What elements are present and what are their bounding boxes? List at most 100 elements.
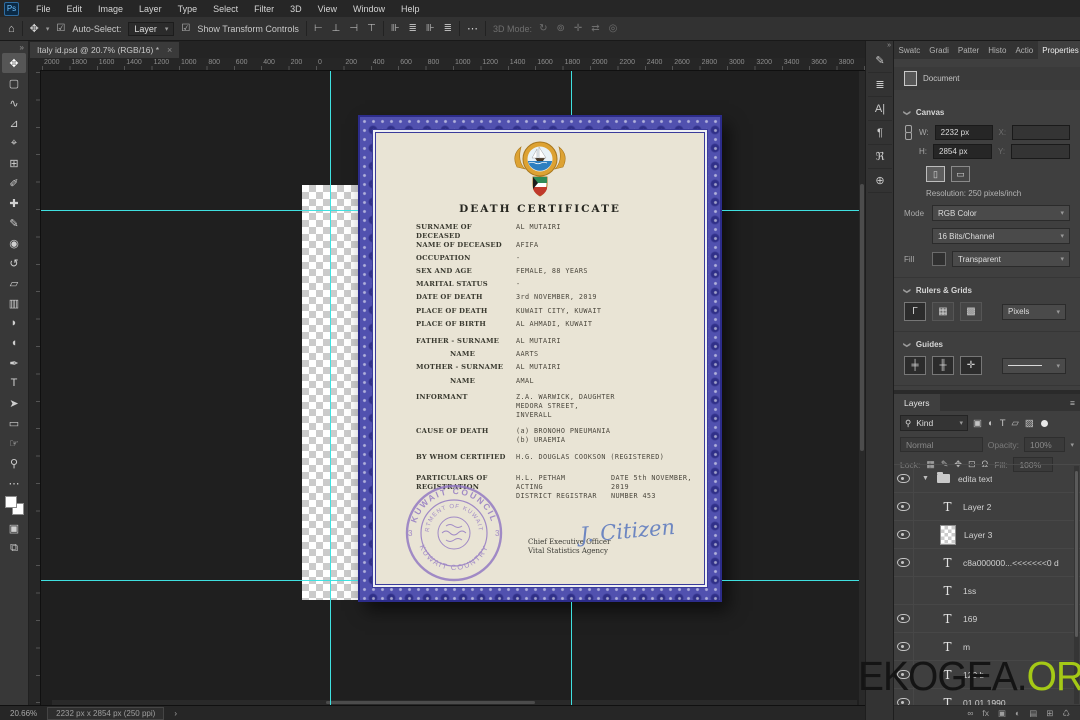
status-chevron-icon[interactable]: › xyxy=(174,709,177,718)
grid-toggle-icon[interactable]: ▦ xyxy=(932,302,954,321)
menu-window[interactable]: Window xyxy=(345,4,393,14)
filter-shape-icon[interactable]: ▱ xyxy=(1012,418,1019,429)
layer-row[interactable]: Tc8a000000...<<<<<<<0 d xyxy=(894,549,1080,577)
layer-row-body[interactable]: T 1ss xyxy=(914,584,1080,598)
visibility-toggle[interactable] xyxy=(894,633,914,660)
canvas-section-header[interactable]: ❯ Canvas xyxy=(894,100,1080,117)
align-left-icon[interactable]: ⊢ xyxy=(314,23,323,34)
group-expand-icon[interactable]: ▼ xyxy=(922,475,929,482)
delete-layer-icon[interactable]: ♺ xyxy=(1062,708,1070,719)
units-dropdown[interactable]: Pixels ▾ xyxy=(1002,303,1066,320)
menu-view[interactable]: View xyxy=(310,4,345,14)
horizontal-guide[interactable] xyxy=(722,210,859,211)
gradient-tool[interactable]: ▥ xyxy=(2,293,26,313)
quick-mask-icon[interactable]: ▣ xyxy=(2,518,26,538)
chevron-down-icon[interactable]: ▾ xyxy=(46,25,50,33)
document-info[interactable]: 2232 px x 2854 px (250 ppi) xyxy=(47,706,165,720)
toolbar-collapse-icon[interactable]: » xyxy=(20,43,24,52)
visibility-toggle[interactable] xyxy=(894,493,914,520)
horizontal-guide[interactable] xyxy=(40,580,358,581)
menu-layer[interactable]: Layer xyxy=(131,4,170,14)
3d-slide-icon[interactable]: ⇄ xyxy=(591,23,599,34)
layer-row[interactable]: T 129 b xyxy=(894,661,1080,689)
vertical-guide[interactable] xyxy=(571,602,572,705)
menu-select[interactable]: Select xyxy=(205,4,246,14)
brushes-icon[interactable]: ≣ xyxy=(868,73,892,97)
guides-toggle-icon[interactable]: ╪ xyxy=(904,356,926,375)
menu-help[interactable]: Help xyxy=(393,4,428,14)
landscape-orientation-button[interactable]: ▭ xyxy=(951,166,970,182)
shape-tool[interactable]: ▭ xyxy=(2,413,26,433)
visibility-toggle[interactable] xyxy=(894,661,914,688)
menu-type[interactable]: Type xyxy=(170,4,206,14)
type-tool[interactable]: T xyxy=(2,373,26,393)
fill-dropdown[interactable]: Transparent ▾ xyxy=(952,251,1070,267)
home-icon[interactable]: ⌂ xyxy=(8,23,15,35)
layer-row[interactable]: T 1ss xyxy=(894,577,1080,605)
move-tool-icon[interactable]: ✥ xyxy=(30,22,39,35)
layer-row[interactable]: T 01.01.1990 xyxy=(894,689,1080,706)
align-right-icon[interactable]: ⊣ xyxy=(349,23,358,34)
layer-name[interactable]: Layer 2 xyxy=(963,502,991,512)
filter-toggle-pin[interactable] xyxy=(1040,419,1048,427)
align-top-icon[interactable]: ⊤ xyxy=(367,23,376,34)
layer-effects-icon[interactable]: fx xyxy=(982,708,989,718)
3d-roll-icon[interactable]: ⊚ xyxy=(556,23,564,34)
brush-tool[interactable]: ✎ xyxy=(2,213,26,233)
tab-histo[interactable]: Histo xyxy=(984,41,1011,59)
healing-brush-tool[interactable]: ✚ xyxy=(2,193,26,213)
distribute-vertical-icon[interactable]: ⊪ xyxy=(391,23,400,34)
screen-mode-icon[interactable]: ⧉ xyxy=(2,538,26,558)
layer-mask-icon[interactable]: ▣ xyxy=(998,708,1006,719)
tab-patter[interactable]: Patter xyxy=(953,41,983,59)
layer-row-body[interactable]: T 129 b xyxy=(914,668,1080,682)
zoom-level[interactable]: 20.66% xyxy=(10,709,37,718)
filter-smart-object-icon[interactable]: ▨ xyxy=(1025,418,1034,429)
brush-settings-icon[interactable]: ✎ xyxy=(868,49,892,73)
auto-select-checkbox[interactable]: ☑ xyxy=(56,23,65,34)
layer-row[interactable]: Layer 3 xyxy=(894,521,1080,549)
vertical-guide[interactable] xyxy=(330,70,331,705)
marquee-tool[interactable]: ▢ xyxy=(2,73,26,93)
ruler-toggle-icon[interactable]: Γ xyxy=(904,302,926,321)
layer-name[interactable]: c8a000000...<<<<<<<0 d xyxy=(963,558,1059,568)
panel-menu-icon[interactable]: ≡ xyxy=(1065,394,1080,411)
new-group-icon[interactable]: ▤ xyxy=(1029,708,1037,719)
tab-layers[interactable]: Layers xyxy=(894,394,940,411)
vertical-guide[interactable] xyxy=(571,70,572,115)
x-input[interactable] xyxy=(1012,125,1070,140)
history-brush-tool[interactable]: ↺ xyxy=(2,253,26,273)
kind-filter-dropdown[interactable]: ⚲ Kind ▾ xyxy=(900,415,968,431)
object-selection-tool[interactable]: ⊿ xyxy=(2,113,26,133)
panel-strip-collapse-icon[interactable]: » xyxy=(887,42,891,49)
layer-name[interactable]: 1ss xyxy=(963,586,976,596)
filter-type-icon[interactable]: T xyxy=(1000,418,1006,429)
blur-tool[interactable]: ◗ xyxy=(2,313,26,333)
layers-scrollbar[interactable] xyxy=(1074,466,1079,704)
auto-select-target-dropdown[interactable]: Layer ▾ xyxy=(128,21,175,36)
snap-toggle-icon[interactable]: ▩ xyxy=(960,302,982,321)
visibility-toggle[interactable] xyxy=(894,521,914,548)
lock-guides-icon[interactable]: ✛ xyxy=(960,356,982,375)
eyedropper-tool[interactable]: ✐ xyxy=(2,173,26,193)
close-icon[interactable]: × xyxy=(167,45,172,55)
menu-3d[interactable]: 3D xyxy=(282,4,310,14)
tab-properties[interactable]: Properties xyxy=(1037,41,1080,59)
guides-section-header[interactable]: ❯ Guides xyxy=(894,331,1080,349)
layer-name[interactable]: edita text xyxy=(958,474,993,484)
show-transform-checkbox[interactable]: ☑ xyxy=(181,23,190,34)
height-input[interactable]: 2854 px xyxy=(933,144,992,159)
layer-row-body[interactable]: T Layer 2 xyxy=(914,500,1080,514)
horizontal-guide[interactable] xyxy=(40,210,358,211)
distribute-top-icon[interactable]: ≣ xyxy=(444,23,452,34)
layer-name[interactable]: 169 xyxy=(963,614,977,624)
visibility-toggle[interactable] xyxy=(894,549,914,576)
color-mode-dropdown[interactable]: RGB Color ▾ xyxy=(932,205,1070,221)
blend-mode-dropdown[interactable]: Normal xyxy=(900,437,983,452)
hand-tool[interactable]: ☞ xyxy=(2,433,26,453)
align-center-h-icon[interactable]: ⊥ xyxy=(332,23,341,34)
horizontal-ruler[interactable]: 2000 1800 1600 1400 1200 1000 800 600 400 200 0 200… xyxy=(40,58,865,71)
crop-tool[interactable]: ⌖ xyxy=(2,133,26,153)
layer-row[interactable]: Tm xyxy=(894,633,1080,661)
filter-adjustment-icon[interactable]: ◐ xyxy=(988,418,994,429)
